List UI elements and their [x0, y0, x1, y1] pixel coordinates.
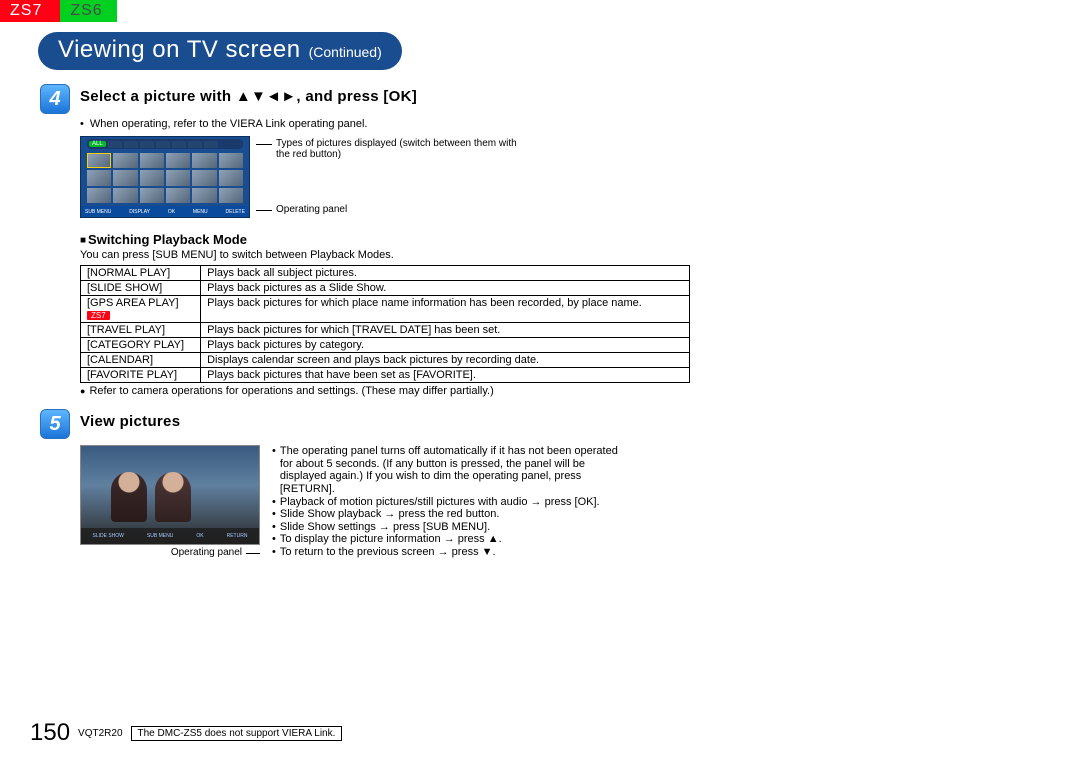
switching-sub: You can press [SUB MENU] to switch betwe…: [80, 249, 700, 261]
leader-line-icon: [256, 144, 272, 145]
step-5-header: 5 View pictures: [40, 409, 700, 439]
step-4-header: 4 Select a picture with ▲▼◄►, and press …: [40, 84, 700, 114]
annotation-group: Types of pictures displayed (switch betw…: [256, 136, 526, 215]
mode-name: [NORMAL PLAY]: [81, 266, 201, 281]
thumbnail-operating-panel: SUB MENUDISPLAYOKMENUDELETE: [81, 206, 249, 217]
mode-name: [CATEGORY PLAY]: [81, 338, 201, 353]
table-row: [CATEGORY PLAY]Plays back pictures by ca…: [81, 338, 690, 353]
switching-heading: Switching Playback Mode: [80, 232, 700, 247]
thumbnail-top-bar: ALL: [87, 139, 243, 149]
switch-note: Refer to camera operations for operation…: [80, 385, 690, 397]
step-4-bullet: When operating, refer to the VIERA Link …: [80, 118, 700, 130]
leader-line-icon: [246, 553, 260, 554]
step-4-title: Select a picture with ▲▼◄►, and press [O…: [80, 84, 417, 105]
mode-name: [TRAVEL PLAY]: [81, 323, 201, 338]
footer-note: The DMC-ZS5 does not support VIERA Link.: [131, 726, 343, 741]
page-footer: 150 VQT2R20 The DMC-ZS5 does not support…: [30, 719, 342, 747]
annotation-bottom: Operating panel: [256, 204, 526, 215]
leader-line-icon: [256, 210, 272, 211]
model-tabs: ZS7 ZS6: [0, 0, 1080, 22]
table-row: [FAVORITE PLAY]Plays back pictures that …: [81, 368, 690, 383]
table-row: [NORMAL PLAY]Plays back all subject pict…: [81, 266, 690, 281]
picture-screen: SLIDE SHOWSUB MENUOKRETURN: [80, 445, 260, 545]
thumbnail-grid-figure: ALL SUB MENUDISPLAYOKMENUDELETE: [80, 136, 700, 218]
mode-desc: Plays back pictures for which place name…: [201, 296, 690, 323]
step-4-title-pre: Select a picture with: [80, 88, 236, 105]
person-silhouette: [155, 472, 191, 522]
table-row: [GPS AREA PLAY]ZS7Plays back pictures fo…: [81, 296, 690, 323]
mode-name: [CALENDAR]: [81, 353, 201, 368]
table-row: [TRAVEL PLAY]Plays back pictures for whi…: [81, 323, 690, 338]
mode-desc: Plays back all subject pictures.: [201, 266, 690, 281]
table-row: [SLIDE SHOW]Plays back pictures as a Sli…: [81, 281, 690, 296]
list-item: Slide Show playback → press the red butt…: [272, 508, 632, 521]
step-5-figure-row: SLIDE SHOWSUB MENUOKRETURN Operating pan…: [80, 445, 700, 559]
mode-desc: Displays calendar screen and plays back …: [201, 353, 690, 368]
page-title-pill: Viewing on TV screen (Continued): [38, 32, 402, 70]
list-item: Slide Show settings → press [SUB MENU].: [272, 521, 632, 534]
mode-name: [GPS AREA PLAY]ZS7: [81, 296, 201, 323]
page-title: Viewing on TV screen: [58, 36, 301, 64]
operating-panel-caption: Operating panel: [80, 547, 260, 558]
step-4-badge: 4: [40, 84, 70, 114]
mode-desc: Plays back pictures as a Slide Show.: [201, 281, 690, 296]
list-item: To return to the previous screen → press…: [272, 546, 632, 559]
tab-zs7: ZS7: [0, 0, 60, 22]
mode-desc: Plays back pictures for which [TRAVEL DA…: [201, 323, 690, 338]
mode-desc: Plays back pictures by category.: [201, 338, 690, 353]
page-number: 150: [30, 719, 70, 747]
mode-name: [FAVORITE PLAY]: [81, 368, 201, 383]
list-item: To display the picture information → pre…: [272, 533, 632, 546]
dpad-arrows-icon: ▲▼◄►: [236, 88, 297, 105]
person-silhouette: [111, 472, 147, 522]
mode-desc: Plays back pictures that have been set a…: [201, 368, 690, 383]
page-title-sub: (Continued): [309, 44, 382, 60]
annotation-top: Types of pictures displayed (switch betw…: [256, 138, 526, 160]
thumbnail-selected: [87, 153, 111, 168]
table-row: [CALENDAR]Displays calendar screen and p…: [81, 353, 690, 368]
thumbnail-grid: [87, 153, 243, 203]
all-chip: ALL: [89, 141, 106, 147]
picture-figure: SLIDE SHOWSUB MENUOKRETURN Operating pan…: [80, 445, 260, 558]
step-5-badge: 5: [40, 409, 70, 439]
thumbnail-screen: ALL SUB MENUDISPLAYOKMENUDELETE: [80, 136, 250, 218]
doc-code: VQT2R20: [78, 728, 122, 739]
list-item: Playback of motion pictures/still pictur…: [272, 496, 632, 509]
playback-modes-table: [NORMAL PLAY]Plays back all subject pict…: [80, 265, 690, 383]
tab-zs6: ZS6: [60, 0, 116, 22]
zs7-model-chip: ZS7: [87, 311, 110, 320]
step-5-title: View pictures: [80, 409, 180, 430]
picture-operating-panel: SLIDE SHOWSUB MENUOKRETURN: [81, 528, 259, 544]
mode-name: [SLIDE SHOW]: [81, 281, 201, 296]
step-5-notes: The operating panel turns off automatica…: [272, 445, 632, 559]
list-item: The operating panel turns off automatica…: [272, 445, 632, 496]
content-area: 4 Select a picture with ▲▼◄►, and press …: [40, 84, 700, 559]
step-4-title-post: , and press [OK]: [296, 88, 417, 105]
